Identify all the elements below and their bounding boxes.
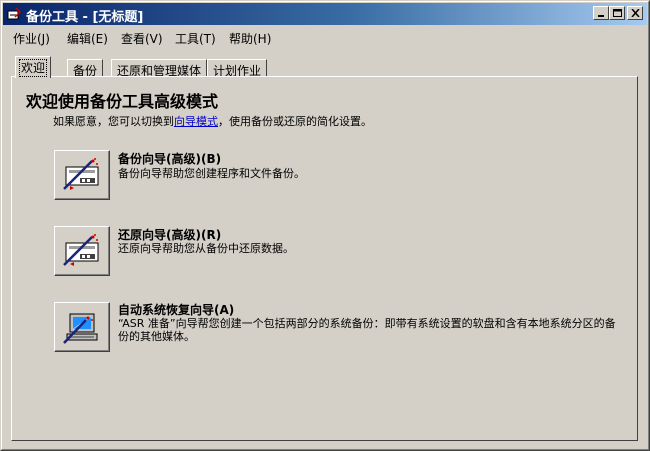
backup-wizard-title: 备份向导(高级)(B) bbox=[118, 152, 222, 166]
asr-wizard-button[interactable] bbox=[54, 302, 110, 352]
asr-wizard-icon bbox=[63, 313, 98, 344]
tab-label: 欢迎 bbox=[18, 59, 48, 77]
intro-text: 如果愿意，您可以切换到向导模式，使用备份或还原的简化设置。 bbox=[53, 113, 372, 129]
maximize-button[interactable] bbox=[609, 6, 625, 20]
restore-wizard-description: 还原向导帮助您从备份中还原数据。 bbox=[118, 242, 294, 255]
asr-wizard-title: 自动系统恢复向导(A) bbox=[118, 303, 235, 317]
restore-wizard-icon bbox=[63, 234, 99, 266]
minimize-icon bbox=[598, 15, 604, 17]
backup-wizard-button[interactable] bbox=[54, 150, 110, 200]
restore-wizard-button[interactable] bbox=[54, 226, 110, 276]
backup-wizard-icon bbox=[63, 158, 99, 190]
welcome-panel: 欢迎使用备份工具高级模式 如果愿意，您可以切换到向导模式，使用备份或还原的简化设… bbox=[11, 76, 638, 441]
menu-item-help[interactable]: 帮助(H) bbox=[229, 30, 271, 47]
restore-wizard-title: 还原向导(高级)(R) bbox=[118, 228, 222, 242]
tab-strip: 欢迎 备份 还原和管理媒体 计划作业 bbox=[11, 56, 631, 78]
close-icon bbox=[631, 9, 640, 17]
menu-item-tools[interactable]: 工具(T) bbox=[175, 30, 216, 47]
page-title: 欢迎使用备份工具高级模式 bbox=[26, 92, 219, 111]
backup-app-icon bbox=[7, 7, 22, 20]
backup-wizard-description: 备份向导帮助您创建程序和文件备份。 bbox=[118, 167, 305, 180]
menu-bar: 作业(J) 编辑(E) 查看(V) 工具(T) 帮助(H) bbox=[3, 27, 647, 49]
backup-utility-window: 备份工具 - [无标题] 作业(J) 编辑(E) 查看(V) 工具(T) 帮助(… bbox=[0, 0, 650, 451]
window-title: 备份工具 - [无标题] bbox=[26, 10, 144, 25]
tab-welcome[interactable]: 欢迎 bbox=[15, 56, 52, 78]
wizard-mode-link[interactable]: 向导模式 bbox=[174, 115, 218, 128]
intro-text-before: 如果愿意，您可以切换到 bbox=[53, 115, 174, 128]
title-bar[interactable]: 备份工具 - [无标题] bbox=[3, 3, 647, 25]
asr-wizard-description: “ASR 准备”向导帮您创建一个包括两部分的系统备份：即带有系统设置的软盘和含有… bbox=[118, 317, 616, 343]
menu-item-job[interactable]: 作业(J) bbox=[13, 30, 50, 47]
minimize-button[interactable] bbox=[593, 6, 609, 20]
close-button[interactable] bbox=[627, 6, 643, 20]
menu-item-edit[interactable]: 编辑(E) bbox=[67, 30, 108, 47]
intro-text-after: ，使用备份或还原的简化设置。 bbox=[218, 115, 372, 128]
menu-item-view[interactable]: 查看(V) bbox=[121, 30, 163, 47]
maximize-icon bbox=[613, 9, 622, 17]
